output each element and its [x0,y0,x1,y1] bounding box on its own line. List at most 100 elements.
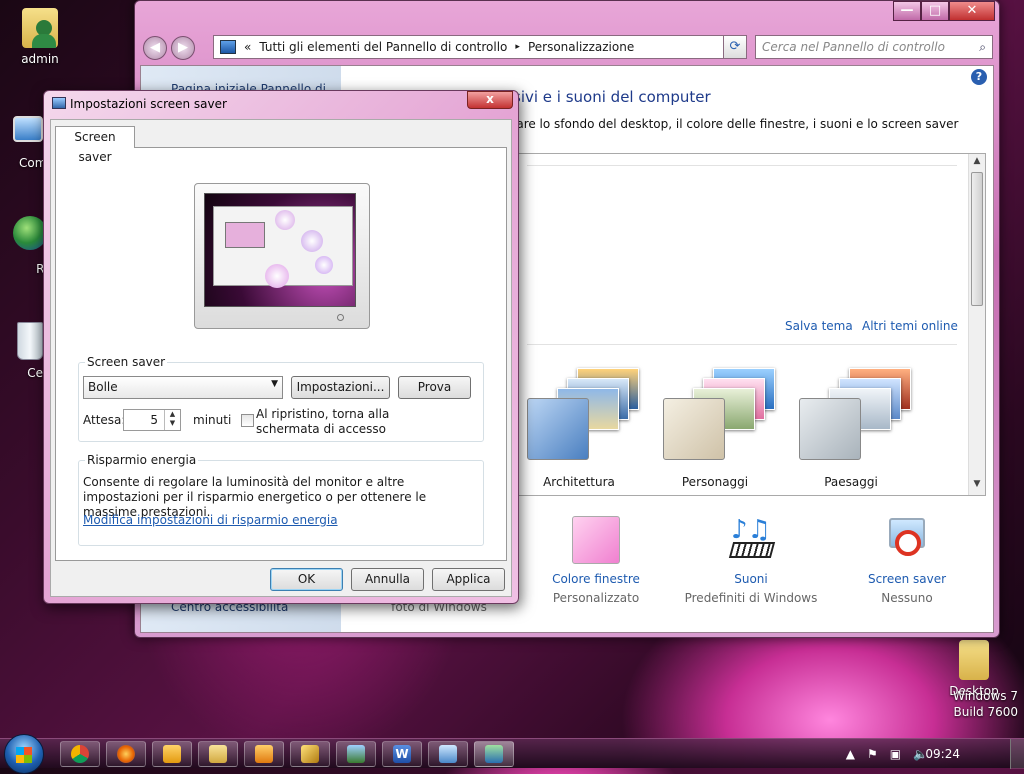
energy-group: Risparmio energia Consente di regolare l… [78,453,484,546]
breadcrumb-personalization[interactable]: Personalizzazione [528,40,634,54]
explorer-icon [209,745,227,763]
scroll-up-icon[interactable]: ▲ [969,156,985,170]
search-placeholder: Cerca nel Pannello di controllo [762,40,945,54]
breadcrumb-prefix[interactable]: « [244,40,251,54]
taskbar-outlook[interactable] [152,741,192,767]
desktop-icon-label: admin [21,52,59,66]
start-button[interactable] [4,734,44,774]
wait-minutes-spinner[interactable]: 5 ▲ ▼ [123,409,181,431]
theme-preview [655,364,775,460]
themes-list[interactable]: Salva tema Altri temi online Architettur… [516,153,986,496]
spinner-arrows-icon[interactable]: ▲ ▼ [164,410,180,430]
energy-settings-link[interactable]: Modifica impostazioni di risparmio energ… [83,513,338,527]
theme-name: Architettura [543,475,615,489]
save-theme-link[interactable]: Salva tema [785,319,853,333]
vertical-scrollbar[interactable]: ▲ ▼ [968,154,985,495]
window-color-label[interactable]: Colore finestre [526,572,666,586]
taskbar-control-panel[interactable] [474,741,514,767]
search-input[interactable]: Cerca nel Pannello di controllo ⌕ [755,35,993,59]
network-icon [13,216,47,250]
screensaver-sub: Nessuno [881,591,933,605]
screensaver-settings-dialog[interactable]: Impostazioni screen saver x Screen saver… [43,90,519,604]
taskbar-chrome[interactable] [60,741,100,767]
tab-screen-saver[interactable]: Screen saver [55,126,135,164]
media-player-icon [255,745,273,763]
dialog-close-button[interactable]: x [467,91,513,109]
divider [527,344,957,345]
watermark-line: Build 7600 [953,705,1018,719]
screensaver-select[interactable]: Bolle ▼ [83,376,283,399]
system-tray: ▲ ⚑ ▣ 🔈 [846,747,928,761]
page-subtitle: iare lo sfondo del desktop, il colore de… [513,117,959,131]
window-color-icon [572,516,620,564]
resume-checkbox[interactable] [241,414,254,427]
chrome-icon [71,745,89,763]
scroll-thumb[interactable] [971,172,983,306]
theme-preview [519,364,639,460]
taskbar-word[interactable]: W [382,741,422,767]
settings-button[interactable]: Impostazioni... [291,376,390,399]
taskbar: W ▲ ⚑ ▣ 🔈 09:24 [0,734,1024,774]
minimize-button[interactable]: — [893,1,921,21]
refresh-button[interactable]: ⟳ [723,35,747,59]
outlook-icon [163,745,181,763]
search-icon: ⌕ [979,40,986,54]
theme-name: Paesaggi [824,475,878,489]
recycle-bin-icon [17,322,43,360]
show-hidden-icons-icon[interactable]: ▲ [846,747,855,761]
close-button[interactable]: ✕ [949,1,995,21]
screensaver-label[interactable]: Screen saver [837,572,977,586]
control-panel-icon [485,745,503,763]
sounds-sub: Predefiniti di Windows [684,591,818,605]
chevron-down-icon: ▼ [271,379,278,389]
breadcrumb-all-items[interactable]: Tutti gli elementi del Pannello di contr… [259,40,507,54]
sounds-item[interactable]: ♪♫ Suoni Predefiniti di Windows [681,516,821,605]
theme-architecture[interactable]: Architettura [519,364,639,489]
ok-button[interactable]: OK [270,568,343,591]
forward-button[interactable]: ▶ [171,36,195,60]
help-icon[interactable]: ? [971,69,987,85]
preview-button[interactable]: Prova [398,376,471,399]
folder-icon [959,640,989,680]
network-status-icon[interactable]: ▣ [890,747,901,761]
screensaver-item[interactable]: Screen saver Nessuno [837,516,977,605]
window-color-item[interactable]: Colore finestre Personalizzato [526,516,666,605]
apply-button[interactable]: Applica [432,568,505,591]
back-button[interactable]: ◀ [143,36,167,60]
theme-characters[interactable]: Personaggi [655,364,775,489]
scroll-down-icon[interactable]: ▼ [969,479,985,493]
more-themes-link[interactable]: Altri temi online [862,319,958,333]
screensaver-icon [883,516,931,564]
taskbar-firefox[interactable] [106,741,146,767]
maximize-button[interactable]: □ [921,1,949,21]
clock[interactable]: 09:24 [925,747,960,761]
desktop-icon-admin[interactable]: admin [0,8,80,66]
taskbar-remote[interactable] [428,741,468,767]
show-desktop-button[interactable] [1010,739,1024,769]
computer-icon [13,116,43,142]
theme-landscapes[interactable]: Paesaggi [791,364,911,489]
screensaver-group: Screen saver Bolle ▼ Impostazioni... Pro… [78,355,484,442]
screensaver-dialog-icon [52,97,66,109]
wait-value: 5 [150,413,158,427]
monitor-preview [194,183,370,329]
taskbar-media[interactable] [244,741,284,767]
dialog-title: Impostazioni screen saver [70,97,227,111]
sounds-label[interactable]: Suoni [681,572,821,586]
action-center-icon[interactable]: ⚑ [867,747,878,761]
preview-screen [204,193,356,307]
taskbar-explorer[interactable] [198,741,238,767]
windows-logo-icon [16,747,32,763]
minutes-label: minuti [193,413,232,427]
resume-checkbox-label[interactable]: Al ripristino, torna alla schermata di a… [256,407,456,437]
taskbar-tools[interactable] [290,741,330,767]
remote-desktop-icon [439,745,457,763]
cancel-button[interactable]: Annulla [351,568,424,591]
firefox-icon [117,745,135,763]
tools-icon [301,745,319,763]
address-bar[interactable]: « Tutti gli elementi del Pannello di con… [213,35,747,59]
window-caption-buttons: — □ ✕ [893,1,995,21]
taskbar-network[interactable] [336,741,376,767]
watermark-line: Windows 7 [952,689,1018,703]
breadcrumb-separator[interactable]: ▸ [515,42,520,52]
